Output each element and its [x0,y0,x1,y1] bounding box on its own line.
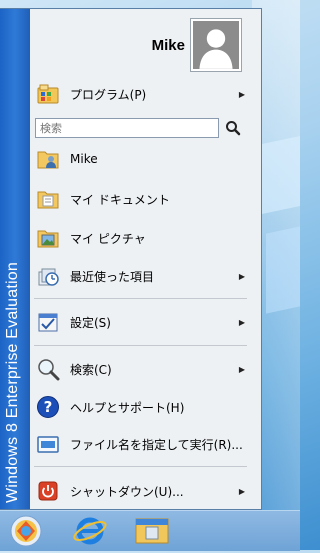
documents-folder-icon [36,187,60,211]
settings-icon [36,310,60,334]
start-menu: Windows 8 Enterprise Evaluation Mike プログ… [0,8,262,510]
separator [34,345,247,346]
menu-item-label: マイ ピクチャ [70,231,146,246]
menu-item-label: マイ ドキュメント [70,192,170,207]
menu-item-documents[interactable]: マイ ドキュメント [30,182,261,216]
side-band: Windows 8 Enterprise Evaluation [0,9,30,509]
separator [34,466,247,467]
menu-item-label: 検索(C) [70,362,112,377]
menu-item-pictures[interactable]: マイ ピクチャ [30,221,261,255]
magnifier-icon [36,357,60,381]
submenu-arrow-icon: ▶ [238,364,245,374]
menu-item-search[interactable]: 検索(C) ▶ [30,352,261,386]
internet-explorer-icon[interactable] [70,513,110,549]
menu-item-run[interactable]: ファイル名を指定して実行(R)... [30,427,261,461]
search-icon[interactable] [224,119,242,137]
user-header: Mike [30,9,261,79]
submenu-arrow-icon: ▶ [238,89,245,99]
menu-item-help[interactable]: ? ヘルプとサポート(H) [30,390,261,424]
search-input[interactable] [35,118,219,138]
svg-text:?: ? [44,398,53,416]
menu-item-label: 最近使った項目 [70,269,155,284]
submenu-arrow-icon: ▶ [238,486,245,496]
recent-items-icon [36,264,60,288]
user-name[interactable]: Mike [152,37,185,54]
start-orb-icon[interactable] [6,513,46,549]
shutdown-icon [36,479,60,503]
submenu-arrow-icon: ▶ [238,271,245,281]
menu-item-label: ファイル名を指定して実行(R)... [70,437,243,452]
separator [34,298,247,299]
help-icon: ? [36,395,60,419]
menu-item-label: シャットダウン(U)... [70,484,184,499]
programs-icon [36,82,60,106]
menu-item-settings[interactable]: 設定(S) ▶ [30,305,261,339]
menu-item-recent[interactable]: 最近使った項目 ▶ [30,259,261,293]
menu-item-label: 設定(S) [70,315,111,330]
pictures-folder-icon [36,226,60,250]
menu-item-label: プログラム(P) [70,87,147,102]
user-folder-icon [36,147,60,171]
menu-item-shutdown[interactable]: シャットダウン(U)... ▶ [30,474,261,508]
taskbar [0,510,300,551]
file-explorer-icon[interactable] [132,513,172,549]
run-icon [36,432,60,456]
menu-item-user-folder[interactable]: Mike [30,142,261,176]
submenu-arrow-icon: ▶ [238,317,245,327]
menu-item-label: Mike [70,152,98,166]
menu-item-label: ヘルプとサポート(H) [70,400,185,415]
user-avatar[interactable] [191,19,241,71]
side-band-text: Windows 8 Enterprise Evaluation [4,262,21,503]
menu-item-programs[interactable]: プログラム(P) ▶ [30,77,261,111]
